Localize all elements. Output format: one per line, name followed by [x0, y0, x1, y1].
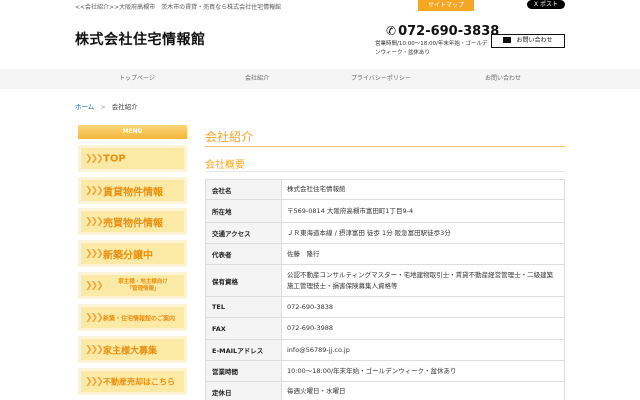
- phone-number[interactable]: ✆ 072-690-3838: [386, 24, 499, 39]
- site-tagline: <<会社紹介>>大阪府高槻市 茨木市の賃貸・売買なら株式会社住宅情報館: [75, 4, 282, 11]
- row-value: 毎週火曜日・水曜日: [281, 381, 565, 400]
- contact-button[interactable]: お問い合わせ: [491, 34, 565, 48]
- breadcrumb-separator: >: [100, 103, 106, 111]
- chevrons-icon: ❯❯❯: [85, 216, 104, 227]
- nav-privacy[interactable]: プライバシーポリシー: [321, 69, 441, 89]
- chevrons-icon: ❯❯❯: [85, 153, 104, 164]
- row-label: 代表者: [205, 243, 282, 265]
- sidebar-item-label: 不動産売却はこちら: [103, 377, 175, 386]
- sidebar-item-label: 新築・住宅情報館のご案内: [103, 315, 176, 322]
- row-label: E-MAILアドレス: [205, 339, 282, 361]
- sidebar-item-label: TOP: [103, 153, 126, 164]
- nav-top[interactable]: トップページ: [77, 69, 197, 89]
- breadcrumb: ホーム > 会社紹介: [75, 101, 138, 111]
- sidebar-item-owner-recruit[interactable]: ❯❯❯ 家主様大募集: [78, 336, 187, 363]
- row-label: 会社名: [205, 179, 282, 200]
- chevrons-icon: ❯❯❯: [85, 185, 104, 196]
- breadcrumb-home[interactable]: ホーム: [75, 103, 94, 111]
- x-post-button[interactable]: X ポスト: [527, 0, 565, 9]
- chevrons-icon: ❯❯❯: [85, 312, 104, 323]
- page-heading: 会社紹介: [205, 130, 254, 144]
- chevrons-icon: ❯❯❯: [85, 248, 104, 259]
- chevrons-icon: ❯❯❯: [85, 344, 104, 355]
- breadcrumb-current: 会社紹介: [111, 103, 138, 111]
- table-row: 会社名 株式会社住宅情報館: [205, 179, 565, 200]
- business-hours: 営業時間/10:00～18:00/年末年始・ゴールデンウィーク・盆休あり: [375, 41, 488, 56]
- site-title[interactable]: 株式会社住宅情報館: [75, 29, 206, 49]
- row-value: 10:00～18:00/年末年始・ゴールデンウィーク・盆休あり: [281, 360, 565, 382]
- row-value: 公認不動産コンサルティングマスター・宅地建物取引士・賃貸不動産経営管理士・二級建…: [281, 264, 565, 297]
- table-row: 定休日 毎週火曜日・水曜日: [205, 381, 565, 400]
- sidebar-item-sale[interactable]: ❯❯❯ 売買物件情報: [78, 208, 187, 235]
- global-nav: トップページ 会社紹介 プライバシーポリシー お問い合わせ: [0, 69, 640, 89]
- table-row: 所在地 〒569-0814 大阪府高槻市富田町1丁目9-4: [205, 199, 565, 223]
- sidebar-menu-heading: MENU: [78, 125, 187, 139]
- sidebar-item-label: 新築分譲中: [103, 250, 153, 261]
- row-label: 所在地: [205, 199, 282, 223]
- row-value: ＪＲ東海道本線 / 摂津富田 徒歩 1分 阪急富田駅徒歩3分: [281, 222, 565, 244]
- chevrons-icon: ❯❯❯: [85, 280, 104, 291]
- table-row: FAX 072-690-3988: [205, 317, 565, 340]
- sidebar-item-new-homes[interactable]: ❯❯❯ 新築分譲中: [78, 240, 187, 267]
- heading-divider: [205, 146, 565, 147]
- table-row: 保有資格 公認不動産コンサルティングマスター・宅地建物取引士・賃貸不動産経営管理士…: [205, 264, 565, 297]
- row-value: 佐藤 隆行: [281, 243, 565, 265]
- row-label: FAX: [205, 317, 282, 340]
- row-value: 072-690-3838: [281, 296, 565, 318]
- sidebar-item-label: 家主様大募集: [103, 346, 158, 356]
- sidebar-item-top[interactable]: ❯❯❯ TOP: [78, 145, 187, 172]
- row-label: 保有資格: [205, 264, 282, 297]
- table-row: E-MAILアドレス info@56789-jj.co.jp: [205, 339, 565, 361]
- row-label: 交通アクセス: [205, 222, 282, 244]
- sidebar-item-guide[interactable]: ❯❯❯ 新築・住宅情報館のご案内: [78, 304, 187, 331]
- table-row: 営業時間 10:00～18:00/年末年始・ゴールデンウィーク・盆休あり: [205, 360, 565, 382]
- nav-contact[interactable]: お問い合わせ: [443, 69, 563, 89]
- row-label: 定休日: [205, 381, 282, 400]
- row-value: 株式会社住宅情報館: [281, 179, 565, 200]
- sidebar-item-owner-management[interactable]: ❯❯❯ 家主様・地主様向け 「管理情報」: [78, 272, 187, 299]
- row-value: 072-690-3988: [281, 317, 565, 340]
- chevrons-icon: ❯❯❯: [85, 376, 104, 387]
- contact-label: お問い合わせ: [516, 37, 553, 44]
- sidebar-item-label: 売買物件情報: [103, 218, 163, 229]
- nav-company[interactable]: 会社紹介: [197, 69, 317, 89]
- sitemap-button[interactable]: サイトマップ: [418, 0, 474, 11]
- table-row: 代表者 佐藤 隆行: [205, 243, 565, 265]
- phone-icon: ✆: [386, 24, 397, 38]
- phone-text: 072-690-3838: [398, 24, 500, 39]
- row-label: TEL: [205, 296, 282, 318]
- company-info-table: 会社名 株式会社住宅情報館 所在地 〒569-0814 大阪府高槻市富田町1丁目9-…: [205, 179, 565, 400]
- sidebar-item-label: 家主様・地主様向け 「管理情報」: [118, 278, 168, 292]
- sidebar-item-sell[interactable]: ❯❯❯ 不動産売却はこちら: [78, 368, 187, 395]
- row-label: 営業時間: [205, 360, 282, 382]
- email-link[interactable]: info@56789-jj.co.jp: [287, 346, 350, 354]
- sidebar-item-rental[interactable]: ❯❯❯ 賃貸物件情報: [78, 177, 187, 204]
- mail-icon: [503, 37, 512, 43]
- section-divider: [205, 171, 565, 172]
- row-value: 〒569-0814 大阪府高槻市富田町1丁目9-4: [281, 199, 565, 223]
- sidebar-item-label: 賃貸物件情報: [103, 187, 163, 198]
- table-row: TEL 072-690-3838: [205, 296, 565, 318]
- row-value: info@56789-jj.co.jp: [281, 339, 565, 361]
- section-heading: 会社概要: [205, 160, 245, 171]
- table-row: 交通アクセス ＪＲ東海道本線 / 摂津富田 徒歩 1分 阪急富田駅徒歩3分: [205, 222, 565, 244]
